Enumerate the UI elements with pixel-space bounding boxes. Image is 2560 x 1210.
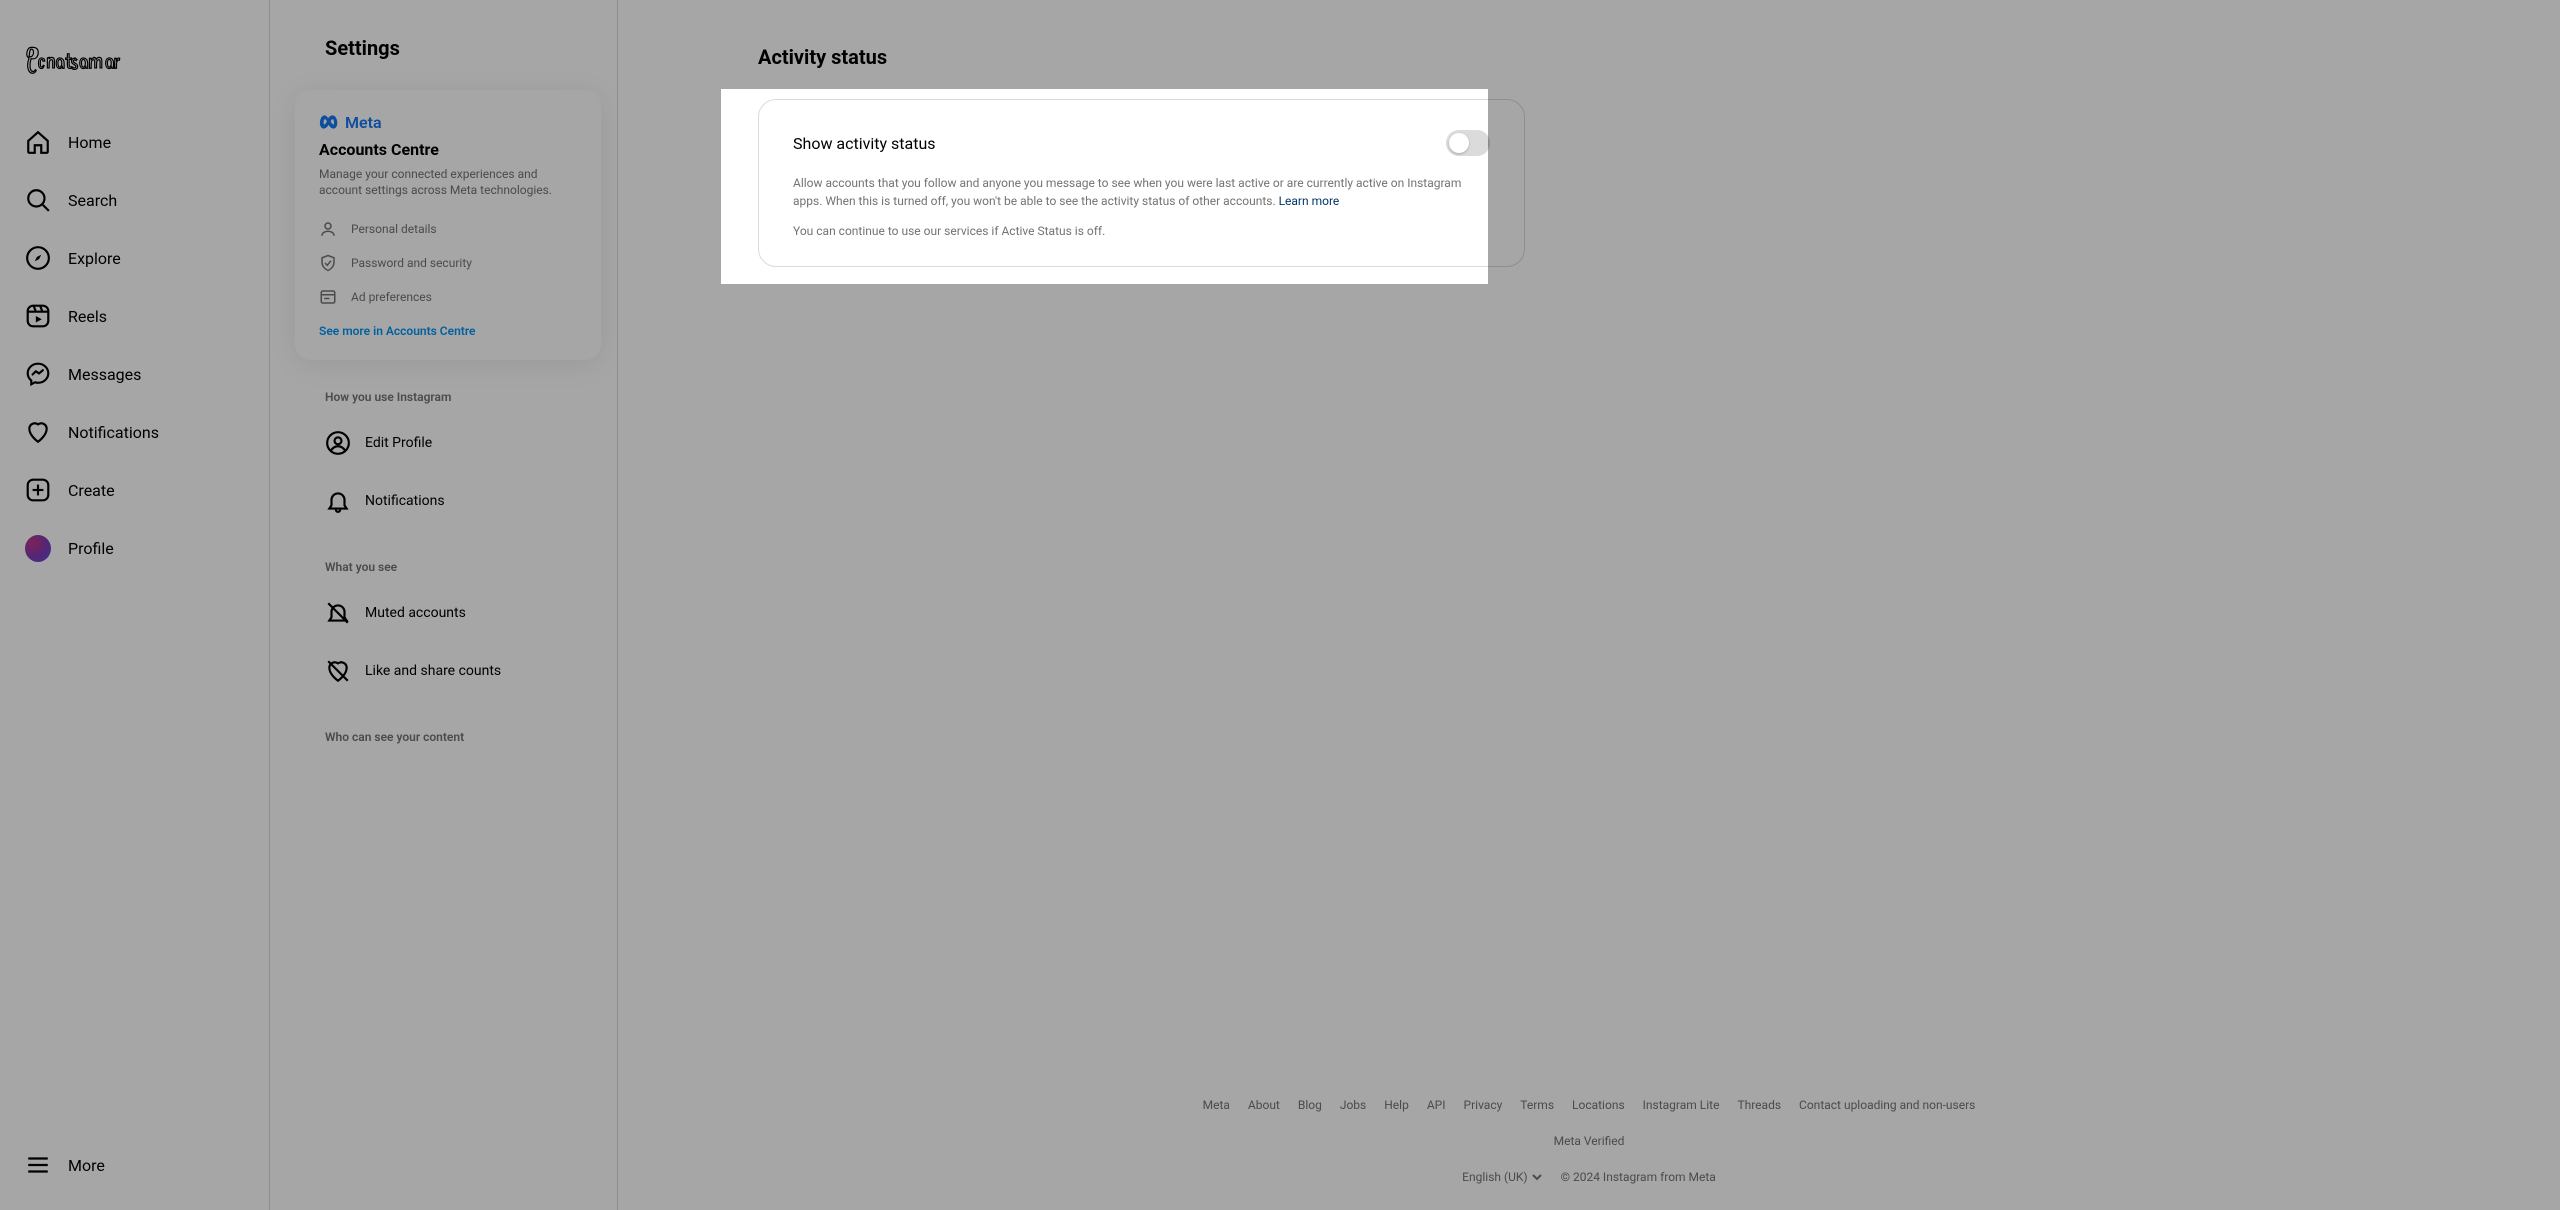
reels-icon [25, 303, 51, 329]
main-content: Activity status Show activity status All… [618, 0, 2560, 1210]
settings-item-edit-profile[interactable]: Edit Profile [317, 414, 597, 472]
settings-column: Settings Meta Accounts Centre Manage you… [270, 0, 618, 1210]
nav-search[interactable]: Search [13, 175, 256, 225]
nav-explore[interactable]: Explore [13, 233, 256, 283]
activity-status-card: Show activity status Allow accounts that… [758, 99, 1525, 267]
nav-label: Search [68, 191, 117, 210]
nav-more[interactable]: More [13, 1140, 256, 1190]
meta-icon [319, 112, 339, 132]
page-title: Activity status [758, 45, 2560, 69]
footer-link[interactable]: Meta [1203, 1098, 1230, 1112]
heart-icon [25, 419, 51, 445]
footer-link[interactable]: Threads [1737, 1098, 1781, 1112]
settings-item-label: Muted accounts [365, 605, 466, 621]
section-header: How you use Instagram [325, 390, 597, 404]
ad-icon [319, 288, 337, 306]
learn-more-link[interactable]: Learn more [1279, 194, 1340, 208]
settings-item-muted[interactable]: Muted accounts [317, 584, 597, 642]
ac-item-label: Ad preferences [351, 290, 432, 304]
meta-logo: Meta [319, 112, 577, 132]
section-header: What you see [325, 560, 597, 574]
accounts-centre-desc: Manage your connected experiences and ac… [319, 166, 577, 198]
nav-label: Messages [68, 365, 141, 384]
left-sidebar: Home Search Explore Reels Messages Notif… [0, 0, 270, 1210]
shield-icon [319, 254, 337, 272]
ac-item-label: Personal details [351, 222, 437, 236]
nav-label: Profile [68, 539, 114, 558]
user-icon [319, 220, 337, 238]
home-icon [25, 129, 51, 155]
accounts-centre-card[interactable]: Meta Accounts Centre Manage your connect… [295, 90, 601, 360]
nav-reels[interactable]: Reels [13, 291, 256, 341]
nav-label: More [68, 1156, 105, 1175]
footer-link[interactable]: Instagram Lite [1643, 1098, 1720, 1112]
settings-item-label: Edit Profile [365, 435, 432, 451]
activity-description: Allow accounts that you follow and anyon… [793, 174, 1490, 210]
footer-link[interactable]: Jobs [1340, 1098, 1366, 1112]
heart-off-icon [325, 658, 351, 684]
compass-icon [25, 245, 51, 271]
activity-status-toggle[interactable] [1446, 130, 1490, 156]
accounts-centre-title: Accounts Centre [319, 140, 577, 159]
footer-link[interactable]: Privacy [1464, 1098, 1503, 1112]
app-root: Home Search Explore Reels Messages Notif… [0, 0, 2560, 1210]
instagram-logo[interactable] [0, 0, 269, 92]
nav-label: Create [68, 481, 115, 500]
ac-item-label: Password and security [351, 256, 472, 270]
ac-item-ads[interactable]: Ad preferences [319, 280, 577, 314]
activity-note: You can continue to use our services if … [793, 224, 1490, 238]
nav-label: Home [68, 133, 111, 152]
footer-link[interactable]: Blog [1298, 1098, 1322, 1112]
bell-off-icon [325, 600, 351, 626]
instagram-wordmark-icon [25, 45, 138, 77]
nav-label: Reels [68, 307, 107, 326]
nav-label: Notifications [68, 423, 159, 442]
settings-item-likes[interactable]: Like and share counts [317, 642, 597, 700]
footer-link[interactable]: API [1427, 1098, 1446, 1112]
hamburger-icon [25, 1152, 51, 1178]
nav-home[interactable]: Home [13, 117, 256, 167]
chevron-down-icon [1531, 1171, 1543, 1183]
search-icon [25, 187, 51, 213]
footer-link[interactable]: Meta Verified [1554, 1134, 1625, 1148]
settings-title: Settings [325, 36, 597, 60]
bell-icon [325, 488, 351, 514]
accounts-centre-link[interactable]: See more in Accounts Centre [319, 324, 577, 338]
ac-item-personal[interactable]: Personal details [319, 212, 577, 246]
settings-item-label: Notifications [365, 493, 445, 509]
nav-profile[interactable]: Profile [13, 523, 256, 573]
meta-label: Meta [345, 113, 382, 132]
settings-item-notifications[interactable]: Notifications [317, 472, 597, 530]
footer-link[interactable]: Help [1384, 1098, 1409, 1112]
settings-item-label: Like and share counts [365, 663, 501, 679]
nav-label: Explore [68, 249, 121, 268]
footer-link[interactable]: Locations [1572, 1098, 1625, 1112]
language-selector[interactable]: English (UK) [1462, 1170, 1542, 1184]
footer-link[interactable]: About [1248, 1098, 1280, 1112]
toggle-label: Show activity status [793, 134, 936, 153]
create-icon [25, 477, 51, 503]
section-header: Who can see your content [325, 730, 597, 744]
avatar-icon [25, 535, 51, 561]
nav-messages[interactable]: Messages [13, 349, 256, 399]
ac-item-security[interactable]: Password and security [319, 246, 577, 280]
nav-notifications[interactable]: Notifications [13, 407, 256, 457]
messenger-icon [25, 361, 51, 387]
nav-create[interactable]: Create [13, 465, 256, 515]
profile-circle-icon [325, 430, 351, 456]
footer-link[interactable]: Contact uploading and non-users [1799, 1098, 1975, 1112]
footer-link[interactable]: Terms [1520, 1098, 1554, 1112]
